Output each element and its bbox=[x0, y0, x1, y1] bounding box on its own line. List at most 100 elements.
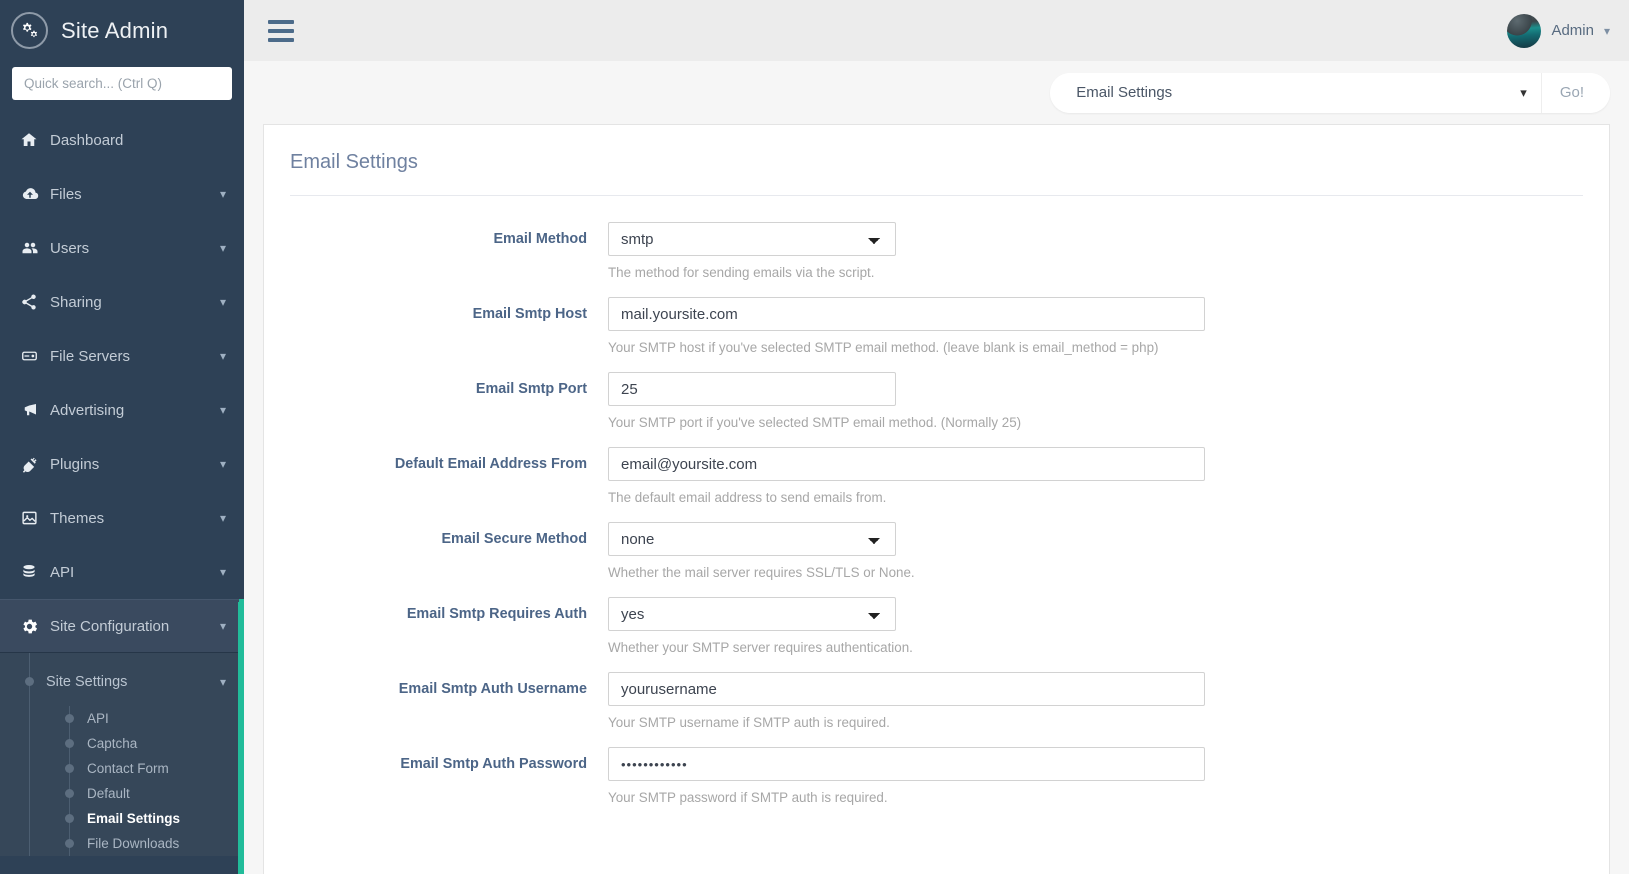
form-row-email-smtp-host: Email Smtp Host Your SMTP host if you've… bbox=[264, 297, 1609, 355]
sidebar-item-users[interactable]: Users ▾ bbox=[0, 221, 244, 275]
page-selector-group: Email Settings ▾ Go! bbox=[1050, 72, 1610, 113]
database-icon bbox=[20, 563, 50, 581]
sidebar-item-files[interactable]: Files ▾ bbox=[0, 167, 244, 221]
sidebar-item-themes[interactable]: Themes ▾ bbox=[0, 491, 244, 545]
tree-node-dot bbox=[65, 714, 74, 723]
brand[interactable]: Site Admin bbox=[0, 0, 244, 61]
field-control-wrapper: Your SMTP port if you've selected SMTP e… bbox=[608, 372, 1609, 430]
sidebar-subsubitem-label: Contact Form bbox=[87, 761, 169, 776]
form-row-default-email-address-from: Default Email Address From The default e… bbox=[264, 447, 1609, 505]
avatar bbox=[1507, 13, 1542, 48]
sidebar-subsubitem-default[interactable]: Default bbox=[0, 781, 244, 806]
server-icon bbox=[20, 347, 50, 365]
field-help-text: The method for sending emails via the sc… bbox=[608, 265, 875, 280]
sidebar-subsubitem-label: Captcha bbox=[87, 736, 138, 751]
sidebar-item-api[interactable]: API ▾ bbox=[0, 545, 244, 599]
plug-icon bbox=[20, 455, 50, 473]
sidebar-subsubitem-email-settings[interactable]: Email Settings bbox=[0, 806, 244, 831]
card-header: Email Settings bbox=[264, 125, 1609, 196]
sidebar-subsubitem-file-downloads[interactable]: File Downloads bbox=[0, 831, 244, 856]
sidebar-subsubitem-api[interactable]: API bbox=[0, 706, 244, 731]
sidebar-subsubitem-label: File Downloads bbox=[87, 836, 180, 851]
chevron-down-icon: ▾ bbox=[219, 565, 226, 579]
field-control-wrapper: Your SMTP host if you've selected SMTP e… bbox=[608, 297, 1609, 355]
sidebar-nav: Dashboard Files ▾ Users ▾ Sharing ▾ File… bbox=[0, 113, 244, 653]
field-label: Email Smtp Auth Username bbox=[398, 681, 587, 697]
sidebar-item-dashboard[interactable]: Dashboard bbox=[0, 113, 244, 167]
tree-node-dot bbox=[65, 814, 74, 823]
sidebar: Site Admin Dashboard Files ▾ bbox=[0, 0, 244, 874]
page-selector-bar: Email Settings ▾ Go! bbox=[244, 61, 1629, 124]
chevron-down-icon: ▾ bbox=[219, 241, 226, 255]
sidebar-subsubitem-contact-form[interactable]: Contact Form bbox=[0, 756, 244, 781]
sidebar-item-plugins[interactable]: Plugins ▾ bbox=[0, 437, 244, 491]
email-method-select[interactable]: smtp bbox=[608, 222, 896, 256]
go-button[interactable]: Go! bbox=[1540, 72, 1610, 113]
form-row-email-smtp-auth-username: Email Smtp Auth Username Your SMTP usern… bbox=[264, 672, 1609, 730]
chevron-down-icon: ▾ bbox=[219, 457, 226, 471]
field-control-wrapper: Your SMTP username if SMTP auth is requi… bbox=[608, 672, 1609, 730]
gears-icon bbox=[11, 12, 48, 49]
hamburger-icon[interactable] bbox=[268, 19, 294, 42]
chevron-down-icon: ▾ bbox=[219, 619, 226, 633]
sidebar-item-sharing[interactable]: Sharing ▾ bbox=[0, 275, 244, 329]
sidebar-item-label: Users bbox=[50, 239, 90, 257]
users-icon bbox=[20, 239, 50, 257]
sidebar-item-site-configuration[interactable]: Site Configuration ▾ bbox=[0, 599, 244, 653]
search-input[interactable] bbox=[12, 67, 232, 100]
email-smtp-port-input[interactable] bbox=[608, 372, 896, 406]
form-row-email-smtp-auth-password: Email Smtp Auth Password Your SMTP passw… bbox=[264, 747, 1609, 805]
sidebar-subitem-site-settings[interactable]: Site Settings ▾ bbox=[0, 657, 244, 706]
gear-icon bbox=[20, 617, 50, 636]
home-icon bbox=[20, 131, 50, 149]
field-label: Email Method bbox=[493, 231, 587, 247]
sidebar-submenu: Site Settings ▾ API Captcha Contact Form… bbox=[0, 653, 244, 856]
settings-card: Email Settings Email Method smtp The met… bbox=[263, 124, 1610, 874]
field-label: Email Smtp Auth Password bbox=[400, 756, 587, 772]
email-smtp-host-input[interactable] bbox=[608, 297, 1205, 331]
page-select[interactable]: Email Settings bbox=[1050, 72, 1521, 113]
field-label: Email Smtp Port bbox=[475, 381, 587, 397]
email-smtp-auth-username-input[interactable] bbox=[608, 672, 1205, 706]
sidebar-subsubitem-label: Email Settings bbox=[87, 811, 181, 826]
field-control-wrapper: Your SMTP password if SMTP auth is requi… bbox=[608, 747, 1609, 805]
cloud-upload-icon bbox=[20, 185, 50, 203]
email-smtp-requires-auth-select[interactable]: yes bbox=[608, 597, 896, 631]
sidebar-subsubitem-captcha[interactable]: Captcha bbox=[0, 731, 244, 756]
chevron-down-icon: ▾ bbox=[219, 403, 226, 417]
sidebar-item-label: API bbox=[50, 563, 75, 581]
tree-node-dot bbox=[65, 739, 74, 748]
main-area: Admin ▾ Email Settings ▾ Go! Email Setti… bbox=[244, 0, 1629, 874]
chevron-down-icon: ▾ bbox=[219, 511, 226, 525]
share-icon bbox=[20, 293, 50, 311]
sidebar-item-file-servers[interactable]: File Servers ▾ bbox=[0, 329, 244, 383]
quick-search-wrapper bbox=[0, 61, 244, 113]
sidebar-item-label: Files bbox=[50, 185, 82, 203]
user-menu[interactable]: Admin ▾ bbox=[1507, 13, 1610, 48]
field-label: Email Smtp Requires Auth bbox=[406, 606, 587, 622]
field-help-text: The default email address to send emails… bbox=[608, 490, 887, 505]
sidebar-subsubitem-label: Default bbox=[87, 786, 130, 801]
field-control-wrapper: The default email address to send emails… bbox=[608, 447, 1609, 505]
default-email-address-from-input[interactable] bbox=[608, 447, 1205, 481]
email-smtp-auth-password-input[interactable] bbox=[608, 747, 1205, 781]
page-title: Email Settings bbox=[290, 151, 1583, 196]
chevron-down-icon: ▾ bbox=[219, 295, 226, 309]
sidebar-item-label: Plugins bbox=[50, 455, 100, 473]
sidebar-item-advertising[interactable]: Advertising ▾ bbox=[0, 383, 244, 437]
chevron-down-icon: ▾ bbox=[1603, 23, 1610, 38]
topbar: Admin ▾ bbox=[244, 0, 1629, 61]
sidebar-item-label: File Servers bbox=[50, 347, 131, 365]
email-secure-method-select[interactable]: none bbox=[608, 522, 896, 556]
app-root: Site Admin Dashboard Files ▾ bbox=[0, 0, 1629, 874]
field-help-text: Whether the mail server requires SSL/TLS… bbox=[608, 565, 915, 580]
chevron-down-icon: ▾ bbox=[219, 674, 226, 689]
content-scroll-area[interactable]: Email Settings Email Method smtp The met… bbox=[244, 124, 1629, 874]
chevron-down-icon: ▾ bbox=[1520, 72, 1541, 113]
field-label: Email Secure Method bbox=[441, 531, 587, 547]
sidebar-subsubmenu: API Captcha Contact Form Default Email S… bbox=[0, 706, 244, 856]
image-icon bbox=[20, 509, 50, 527]
brand-title: Site Admin bbox=[61, 17, 169, 43]
field-control-wrapper: yes Whether your SMTP server requires au… bbox=[608, 597, 1609, 655]
form-row-email-method: Email Method smtp The method for sending… bbox=[264, 222, 1609, 280]
